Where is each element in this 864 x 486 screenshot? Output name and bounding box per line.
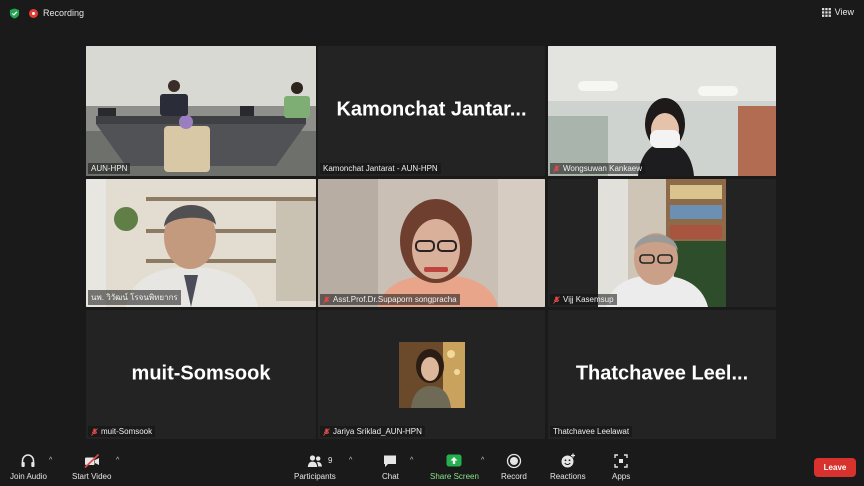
participants-icon — [307, 455, 322, 467]
mic-muted-icon — [91, 427, 98, 436]
share-screen-icon — [446, 454, 462, 467]
recording-label: Recording — [43, 8, 85, 18]
participant-name-label: AUN-HPN — [88, 163, 131, 174]
chat-button[interactable]: Chat — [382, 453, 399, 481]
video-tile-kamonchat[interactable]: Kamonchat Jantar... Kamonchat Jantarat -… — [318, 46, 545, 176]
recording-icon — [29, 8, 38, 18]
leave-button[interactable]: Leave — [814, 458, 856, 477]
profile-picture — [399, 342, 465, 408]
chat-bubble-icon — [384, 455, 397, 467]
participants-count: 9 — [328, 456, 333, 465]
participant-name-label: นพ. วิวัฒน์ โรจนพิทยากร — [88, 290, 181, 305]
video-off-icon — [84, 453, 99, 469]
share-options-caret[interactable]: ^ — [481, 457, 484, 464]
meeting-toolbar: Join Audio ^ Start Video ^ Participants … — [0, 449, 864, 486]
mic-muted-icon — [553, 164, 560, 173]
apps-button[interactable]: Apps — [612, 453, 630, 481]
video-tile-vijj[interactable]: Vijj Kasemsup — [548, 179, 776, 307]
participant-name-label: Asst.Prof.Dr.Supaporn songpracha — [320, 294, 460, 305]
apps-icon — [614, 454, 628, 468]
participant-video — [318, 179, 545, 307]
participant-name-label: muit-Somsook — [88, 426, 156, 437]
participant-name-label: Kamonchat Jantarat - AUN-HPN — [320, 163, 441, 174]
view-button[interactable]: View — [821, 7, 854, 17]
record-icon — [506, 453, 522, 469]
grid-view-icon — [821, 7, 831, 17]
participant-name-label: Wongsuwan Kankaew — [550, 163, 646, 174]
view-label: View — [834, 7, 854, 17]
start-video-button[interactable]: Start Video — [72, 453, 111, 481]
record-button[interactable]: Record — [501, 453, 527, 481]
emoji-reaction-icon — [561, 453, 575, 468]
headphones-icon — [21, 454, 35, 467]
participant-name-label: Thatchavee Leelawat — [550, 426, 633, 437]
video-grid: AUN-HPN Kamonchat Jantar... Kamonchat Ja… — [86, 46, 776, 439]
video-tile-wiwat[interactable]: นพ. วิวัฒน์ โรจนพิทยากร — [86, 179, 316, 307]
top-bar: Recording View — [0, 0, 864, 26]
reactions-button[interactable]: Reactions — [550, 453, 586, 481]
video-tile-somsook[interactable]: muit-Somsook muit-Somsook — [86, 310, 316, 439]
mic-muted-icon — [323, 427, 330, 436]
participants-options-caret[interactable]: ^ — [349, 457, 352, 464]
video-options-caret[interactable]: ^ — [116, 457, 119, 464]
video-tile-aun-hpn[interactable]: AUN-HPN — [86, 46, 316, 176]
share-screen-button[interactable]: Share Screen — [430, 453, 479, 481]
participant-name-label: Vijj Kasemsup — [550, 294, 617, 305]
video-tile-jariya[interactable]: Jariya Sriklad_AUN-HPN — [318, 310, 545, 439]
participant-display-name: Kamonchat Jantar... — [336, 98, 527, 121]
chat-options-caret[interactable]: ^ — [410, 457, 413, 464]
video-tile-supaporn[interactable]: Asst.Prof.Dr.Supaporn songpracha — [318, 179, 545, 307]
participant-display-name: muit-Somsook — [131, 361, 271, 384]
audio-options-caret[interactable]: ^ — [49, 457, 52, 464]
mic-muted-icon — [323, 295, 330, 304]
conference-room-video — [86, 46, 316, 176]
participant-name-label: Jariya Sriklad_AUN-HPN — [320, 426, 425, 437]
participant-display-name: Thatchavee Leel... — [575, 361, 749, 384]
shield-icon[interactable] — [9, 8, 20, 19]
video-tile-wongsuwan[interactable]: Wongsuwan Kankaew — [548, 46, 776, 176]
recording-indicator[interactable]: Recording — [29, 8, 84, 18]
mic-muted-icon — [553, 295, 560, 304]
join-audio-button[interactable]: Join Audio — [10, 453, 47, 481]
participant-video — [86, 179, 316, 307]
video-tile-thatchavee[interactable]: Thatchavee Leel... Thatchavee Leelawat — [548, 310, 776, 439]
participant-video — [548, 46, 776, 176]
participant-video — [548, 179, 776, 307]
